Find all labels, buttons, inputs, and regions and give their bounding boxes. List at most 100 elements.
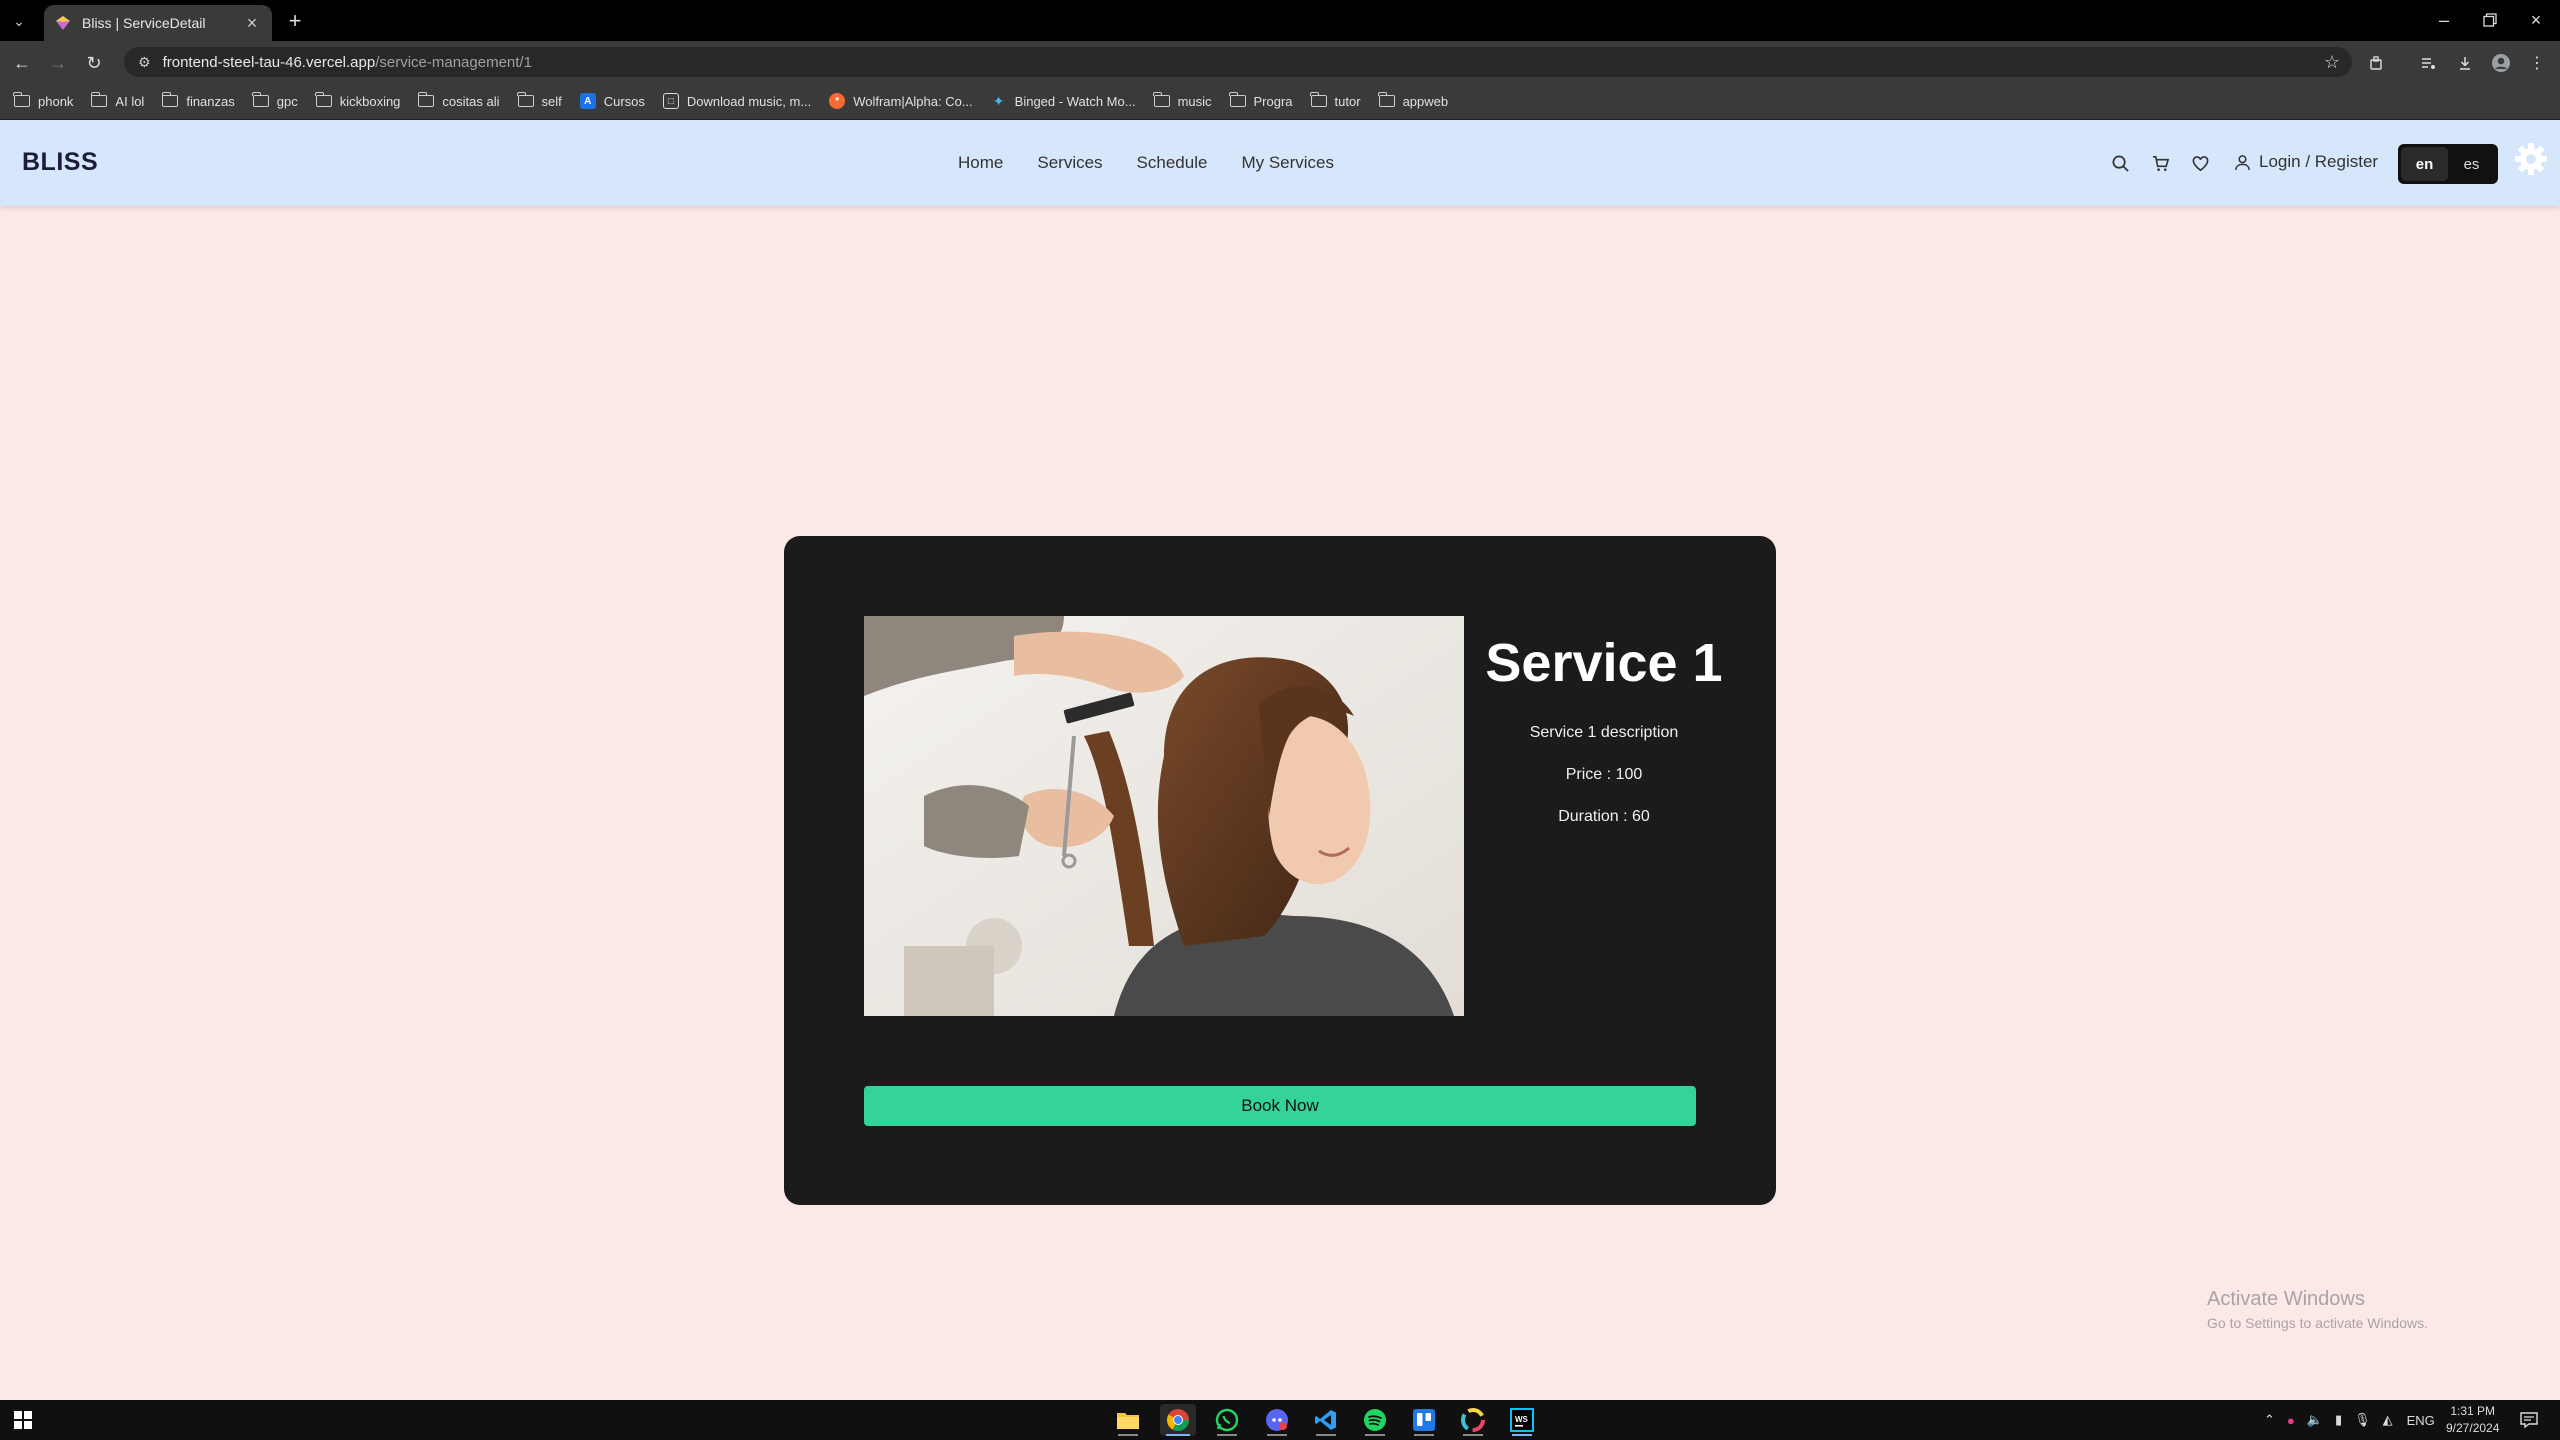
- site-logo[interactable]: BLISS: [22, 148, 98, 177]
- bookmark-phonk[interactable]: phonk: [13, 92, 73, 109]
- nav-schedule[interactable]: Schedule: [1137, 153, 1208, 173]
- tab-title: Bliss | ServiceDetail: [82, 15, 206, 31]
- media-controls-icon[interactable]: [2415, 50, 2441, 76]
- browser-tab-active[interactable]: Bliss | ServiceDetail ×: [44, 5, 272, 41]
- bookmark-appweb[interactable]: appweb: [1377, 92, 1448, 109]
- file-explorer-icon[interactable]: [1110, 1404, 1146, 1436]
- svg-text:WS: WS: [1515, 1415, 1529, 1424]
- bookmark-star-icon[interactable]: ☆: [2324, 52, 2340, 73]
- bookmark-download-music[interactable]: □ Download music, m...: [662, 93, 811, 109]
- service-price: Price : 100: [1565, 766, 1643, 783]
- service-detail-card: Service 1 Service 1 description Price : …: [784, 536, 1776, 1205]
- discord-icon[interactable]: [1259, 1404, 1295, 1436]
- folder-icon: [252, 92, 269, 107]
- folder-icon: [417, 92, 435, 107]
- address-bar[interactable]: ⚙ frontend-steel-tau-46.vercel.app/servi…: [124, 47, 2352, 77]
- activate-windows-watermark: Activate Windows Go to Settings to activ…: [2207, 1288, 2428, 1331]
- windows-start-icon[interactable]: [14, 1411, 32, 1429]
- nav-home[interactable]: Home: [958, 153, 1003, 173]
- browser-menu-icon[interactable]: ⋮: [2524, 50, 2550, 76]
- language-toggle[interactable]: en es: [2398, 144, 2498, 184]
- bookmark-tutor[interactable]: tutor: [1309, 92, 1361, 109]
- bookmark-finanzas[interactable]: finanzas: [161, 92, 235, 109]
- heart-icon[interactable]: [2187, 150, 2213, 176]
- chrome-icon[interactable]: [1160, 1404, 1196, 1436]
- spotify-icon[interactable]: [1357, 1404, 1393, 1436]
- tray-app-icon[interactable]: ●: [2287, 1413, 2295, 1428]
- input-language[interactable]: ENG: [2407, 1413, 2435, 1428]
- downloads-icon[interactable]: [2452, 50, 2478, 76]
- site-header: BLISS Home Services Schedule My Services…: [0, 120, 2560, 206]
- lang-es[interactable]: es: [2448, 147, 2495, 181]
- activate-subtitle: Go to Settings to activate Windows.: [2207, 1315, 2428, 1331]
- service-title: Service 1: [1485, 633, 1723, 693]
- cart-icon[interactable]: [2147, 150, 2173, 176]
- whatsapp-icon[interactable]: [1209, 1404, 1245, 1436]
- activate-title: Activate Windows: [2207, 1288, 2365, 1310]
- webstorm-icon[interactable]: WS: [1504, 1404, 1540, 1436]
- nav-my-services[interactable]: My Services: [1241, 153, 1334, 173]
- service-description: Service 1 description: [1529, 724, 1679, 741]
- network-icon[interactable]: ◭: [2383, 1412, 2393, 1428]
- bookmark-cursos[interactable]: A Cursos: [579, 93, 645, 109]
- microphone-icon[interactable]: 🎙: [2354, 1412, 2371, 1428]
- folder-icon: [13, 92, 30, 107]
- notification-center-icon[interactable]: [2520, 1400, 2538, 1440]
- clock-date: 9/27/2024: [2446, 1421, 2500, 1435]
- bookmark-binged[interactable]: ✦ Binged - Watch Mo...: [991, 93, 1136, 109]
- minimize-icon[interactable]: –: [2422, 6, 2466, 34]
- bookmark-self[interactable]: self: [516, 92, 562, 109]
- folder-icon: [1309, 92, 1327, 107]
- tab-close-icon[interactable]: ×: [242, 13, 262, 34]
- browser-tab-strip: ⌄ Bliss | ServiceDetail × + – ×: [0, 0, 2560, 41]
- folder-icon: [1377, 92, 1395, 107]
- lang-en[interactable]: en: [2401, 147, 2448, 181]
- vscode-icon[interactable]: [1308, 1404, 1344, 1436]
- trello-icon[interactable]: [1406, 1404, 1442, 1436]
- system-tray: ⌃ ● 🔈 ▮ 🎙 ◭ ENG: [2264, 1400, 2435, 1440]
- bookmark-music[interactable]: music: [1152, 92, 1212, 109]
- download-site-icon: □: [662, 93, 679, 109]
- restore-icon[interactable]: [2468, 6, 2512, 34]
- folder-icon: [90, 92, 108, 107]
- show-hidden-icons-chevron-icon[interactable]: ⌃: [2264, 1412, 2275, 1428]
- bookmark-progra[interactable]: Progra: [1228, 92, 1293, 109]
- service-duration: Duration : 60: [1558, 808, 1650, 825]
- bookmarks-bar: phonk AI lol finanzas gpc kickboxing cos…: [0, 83, 2560, 120]
- folder-icon: [161, 92, 179, 107]
- back-arrow-icon[interactable]: ←: [8, 49, 36, 77]
- bookmark-kickboxing[interactable]: kickboxing: [315, 92, 400, 109]
- close-window-icon[interactable]: ×: [2514, 6, 2558, 34]
- folder-icon: [1228, 92, 1246, 107]
- nav-services[interactable]: Services: [1037, 153, 1102, 173]
- profile-avatar-icon[interactable]: [2488, 50, 2514, 76]
- taskbar-clock[interactable]: 1:31 PM 9/27/2024: [2446, 1403, 2499, 1437]
- windows-taskbar: WS ⌃ ● 🔈 ▮ 🎙 ◭ ENG 1:31 PM 9/27/2024: [0, 1400, 2560, 1440]
- forward-arrow-icon[interactable]: →: [44, 49, 72, 77]
- binged-site-icon: ✦: [992, 92, 1005, 109]
- extensions-icon[interactable]: [2364, 50, 2390, 76]
- bookmark-cositas-ali[interactable]: cositas ali: [417, 92, 500, 109]
- clock-time: 1:31 PM: [2450, 1404, 2496, 1418]
- bliss-favicon-icon: [56, 16, 70, 30]
- url-text: frontend-steel-tau-46.vercel.app/service…: [162, 53, 532, 71]
- search-icon[interactable]: [2107, 150, 2133, 176]
- site-info-icon[interactable]: ⚙: [138, 54, 151, 71]
- book-now-button[interactable]: Book Now: [864, 1086, 1696, 1126]
- bookmark-ai-lol[interactable]: AI lol: [90, 92, 144, 109]
- settings-gear-icon[interactable]: [2514, 142, 2548, 176]
- bookmark-gpc[interactable]: gpc: [252, 92, 298, 109]
- reload-icon[interactable]: ↻: [80, 49, 108, 77]
- service-photo: [864, 616, 1464, 1016]
- battery-icon[interactable]: ▮: [2335, 1412, 2342, 1428]
- speaker-icon[interactable]: 🔈: [2307, 1412, 2323, 1428]
- browser-toolbar: ← → ↻ ⚙ frontend-steel-tau-46.vercel.app…: [0, 41, 2560, 83]
- color-picker-app-icon[interactable]: [1455, 1404, 1491, 1436]
- new-tab-plus-icon[interactable]: +: [282, 8, 308, 34]
- user-icon: [2235, 154, 2250, 170]
- folder-icon: [1152, 92, 1170, 107]
- login-register-link[interactable]: Login / Register: [2234, 152, 2378, 172]
- bookmark-wolfram-alpha[interactable]: * Wolfram|Alpha: Co...: [829, 93, 973, 109]
- tab-search-chevron-icon[interactable]: ⌄: [6, 8, 32, 34]
- login-label: Login / Register: [2259, 152, 2379, 171]
